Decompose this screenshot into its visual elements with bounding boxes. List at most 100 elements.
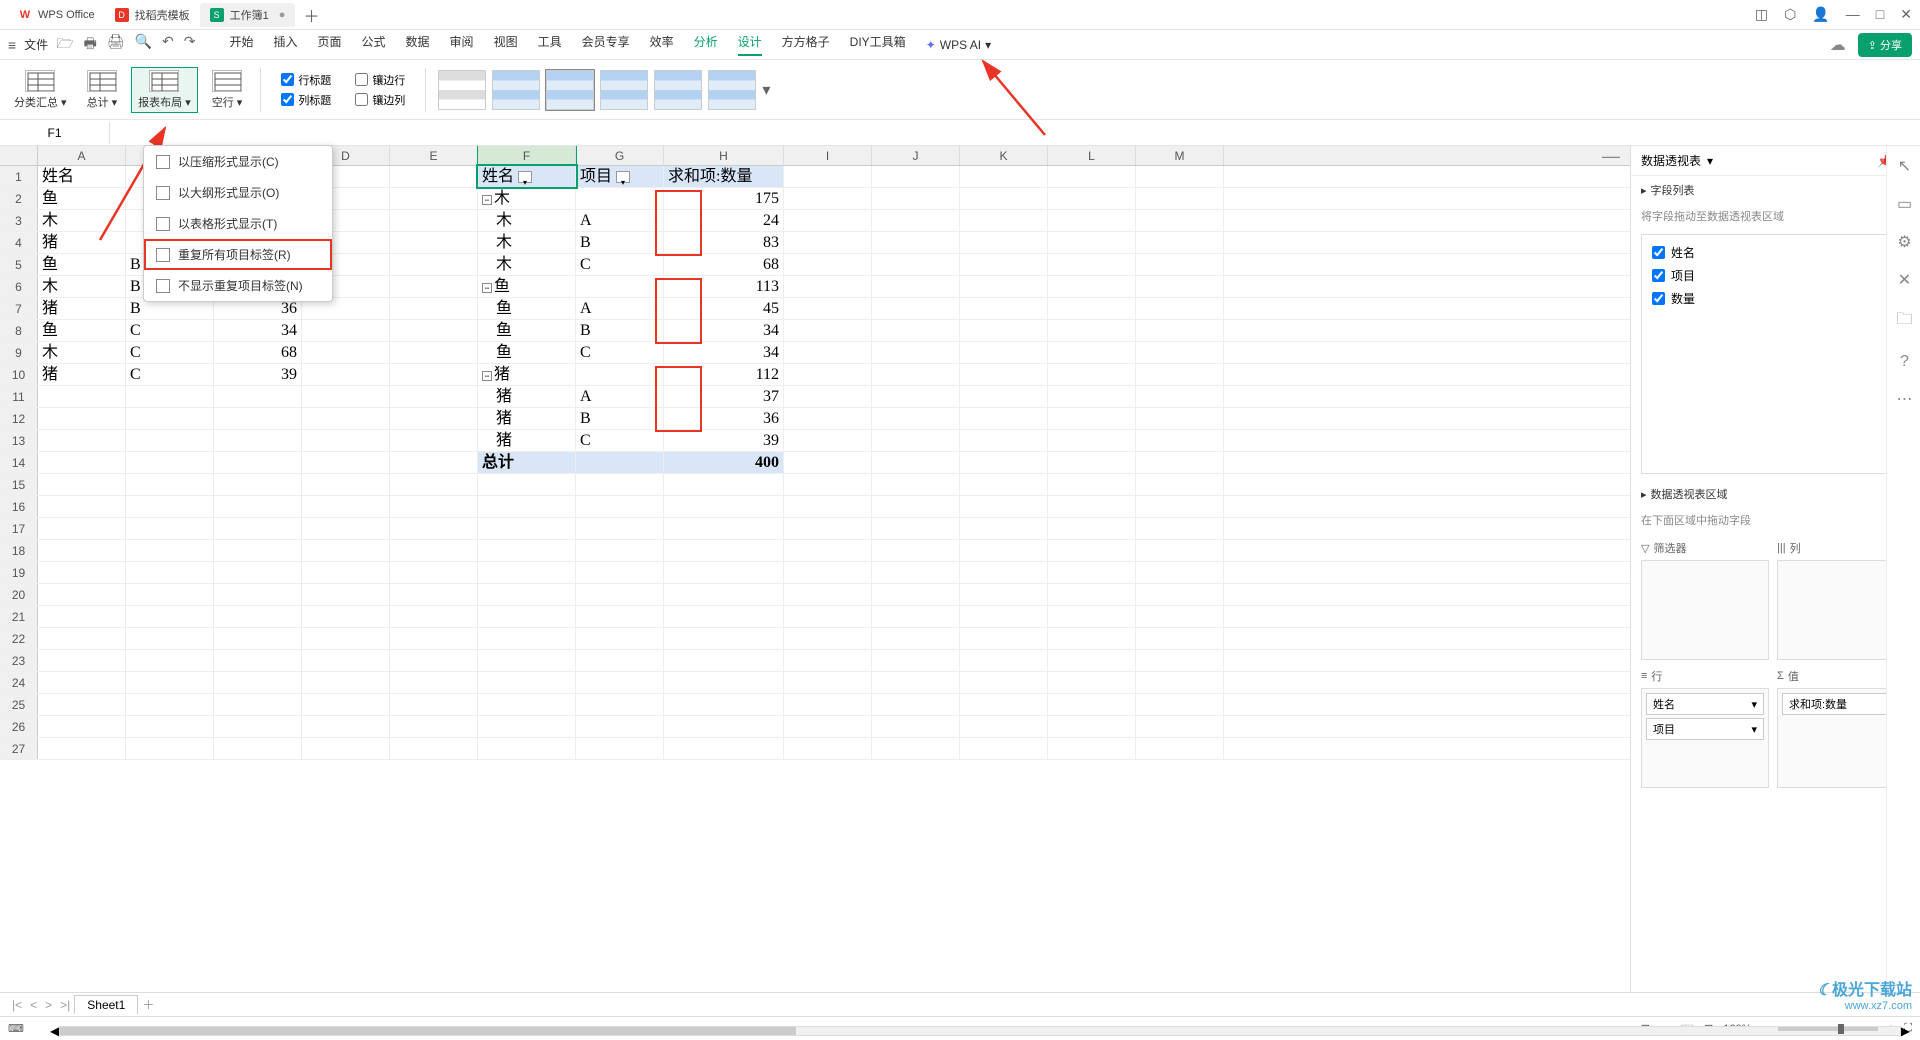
cell[interactable] — [664, 672, 784, 693]
col-header-J[interactable]: J — [872, 146, 960, 165]
sheet-add[interactable]: ＋ — [142, 996, 154, 1013]
field-quantity[interactable]: 数量 — [1648, 287, 1903, 310]
cell[interactable] — [960, 364, 1048, 385]
tab-efficiency[interactable]: 效率 — [650, 33, 674, 56]
print-icon[interactable]: 🖨 — [107, 33, 125, 57]
cell[interactable]: 34 — [214, 320, 302, 341]
cell[interactable] — [214, 694, 302, 715]
cell[interactable] — [872, 738, 960, 759]
menu-repeat-labels[interactable]: 重复所有项目标签(R) — [144, 239, 332, 270]
cell[interactable] — [302, 606, 390, 627]
row-header[interactable]: 12 — [0, 408, 38, 429]
cell[interactable] — [784, 298, 872, 319]
cell[interactable] — [302, 650, 390, 671]
cell[interactable] — [478, 496, 576, 517]
cell[interactable] — [784, 694, 872, 715]
cell[interactable] — [872, 496, 960, 517]
cell[interactable] — [126, 606, 214, 627]
cell[interactable] — [478, 606, 576, 627]
cell[interactable] — [576, 694, 664, 715]
sheet-nav-prev[interactable]: < — [30, 998, 37, 1012]
cell[interactable] — [214, 496, 302, 517]
cell[interactable] — [960, 342, 1048, 363]
cell[interactable]: B — [576, 408, 664, 429]
cell[interactable] — [576, 606, 664, 627]
cell[interactable]: 猪 — [478, 430, 576, 451]
cell[interactable] — [1048, 232, 1136, 253]
cell[interactable] — [872, 606, 960, 627]
ribbon-blank-rows[interactable]: 空行 ▾ — [206, 68, 249, 112]
cell[interactable] — [478, 584, 576, 605]
row-header[interactable]: 18 — [0, 540, 38, 561]
cell[interactable] — [1048, 694, 1136, 715]
cell[interactable] — [872, 716, 960, 737]
cell[interactable] — [302, 672, 390, 693]
cell[interactable] — [390, 694, 478, 715]
tab-view[interactable]: 视图 — [494, 33, 518, 56]
cell[interactable] — [390, 364, 478, 385]
cell[interactable] — [214, 672, 302, 693]
cell[interactable] — [38, 738, 126, 759]
cell[interactable] — [1136, 166, 1224, 187]
menu-no-repeat-labels[interactable]: 不显示重复项目标签(N) — [144, 270, 332, 301]
redo-icon[interactable]: ↷ — [184, 33, 196, 57]
cell[interactable] — [784, 320, 872, 341]
cell[interactable] — [1048, 166, 1136, 187]
tab-data[interactable]: 数据 — [406, 33, 430, 56]
ribbon-pivot-styles[interactable]: ▾ — [438, 70, 770, 110]
cell[interactable] — [1048, 496, 1136, 517]
window-minimize-icon[interactable]: — — [1846, 6, 1860, 23]
cell[interactable]: 39 — [664, 430, 784, 451]
check-row-headers[interactable]: 行标题 — [281, 72, 331, 88]
row-header[interactable]: 4 — [0, 232, 38, 253]
cell[interactable] — [214, 386, 302, 407]
cell[interactable] — [1048, 452, 1136, 473]
cell[interactable] — [1136, 518, 1224, 539]
cell[interactable] — [126, 672, 214, 693]
cell[interactable] — [784, 232, 872, 253]
cell[interactable] — [38, 430, 126, 451]
row-header[interactable]: 24 — [0, 672, 38, 693]
cell[interactable] — [1048, 408, 1136, 429]
style-swatch[interactable] — [492, 70, 540, 110]
cell[interactable]: 45 — [664, 298, 784, 319]
cell[interactable]: 姓名 — [38, 166, 126, 187]
cell[interactable]: 83 — [664, 232, 784, 253]
cell[interactable]: 400 — [664, 452, 784, 473]
cell[interactable] — [664, 694, 784, 715]
cell[interactable] — [390, 408, 478, 429]
cell[interactable] — [390, 276, 478, 297]
col-header-G[interactable]: G — [576, 146, 664, 165]
cell[interactable] — [784, 166, 872, 187]
cell[interactable]: −猪 — [478, 364, 576, 385]
cell[interactable] — [390, 540, 478, 561]
cell[interactable]: 总计 — [478, 452, 576, 473]
cell[interactable] — [1136, 716, 1224, 737]
cell[interactable] — [784, 562, 872, 583]
cell[interactable] — [1048, 298, 1136, 319]
cell[interactable] — [872, 342, 960, 363]
cell[interactable] — [664, 584, 784, 605]
cell[interactable] — [302, 694, 390, 715]
cell[interactable] — [1136, 232, 1224, 253]
style-swatch[interactable] — [600, 70, 648, 110]
cell[interactable] — [1048, 716, 1136, 737]
col-header-I[interactable]: I — [784, 146, 872, 165]
cell[interactable] — [302, 364, 390, 385]
layers-icon[interactable]: ▭ — [1897, 194, 1912, 214]
cell[interactable] — [38, 650, 126, 671]
cell[interactable] — [960, 276, 1048, 297]
cell[interactable] — [38, 606, 126, 627]
cell[interactable] — [784, 628, 872, 649]
cell[interactable] — [872, 694, 960, 715]
cell[interactable] — [960, 540, 1048, 561]
cell[interactable] — [960, 584, 1048, 605]
select-all-corner[interactable] — [0, 146, 38, 165]
cell[interactable]: 39 — [214, 364, 302, 385]
row-header[interactable]: 8 — [0, 320, 38, 341]
menu-compact-form[interactable]: 以压缩形式显示(C) — [144, 146, 332, 177]
cell[interactable] — [390, 496, 478, 517]
more-icon[interactable]: ⋯ — [1897, 389, 1913, 409]
row-header[interactable]: 23 — [0, 650, 38, 671]
cell[interactable] — [872, 188, 960, 209]
